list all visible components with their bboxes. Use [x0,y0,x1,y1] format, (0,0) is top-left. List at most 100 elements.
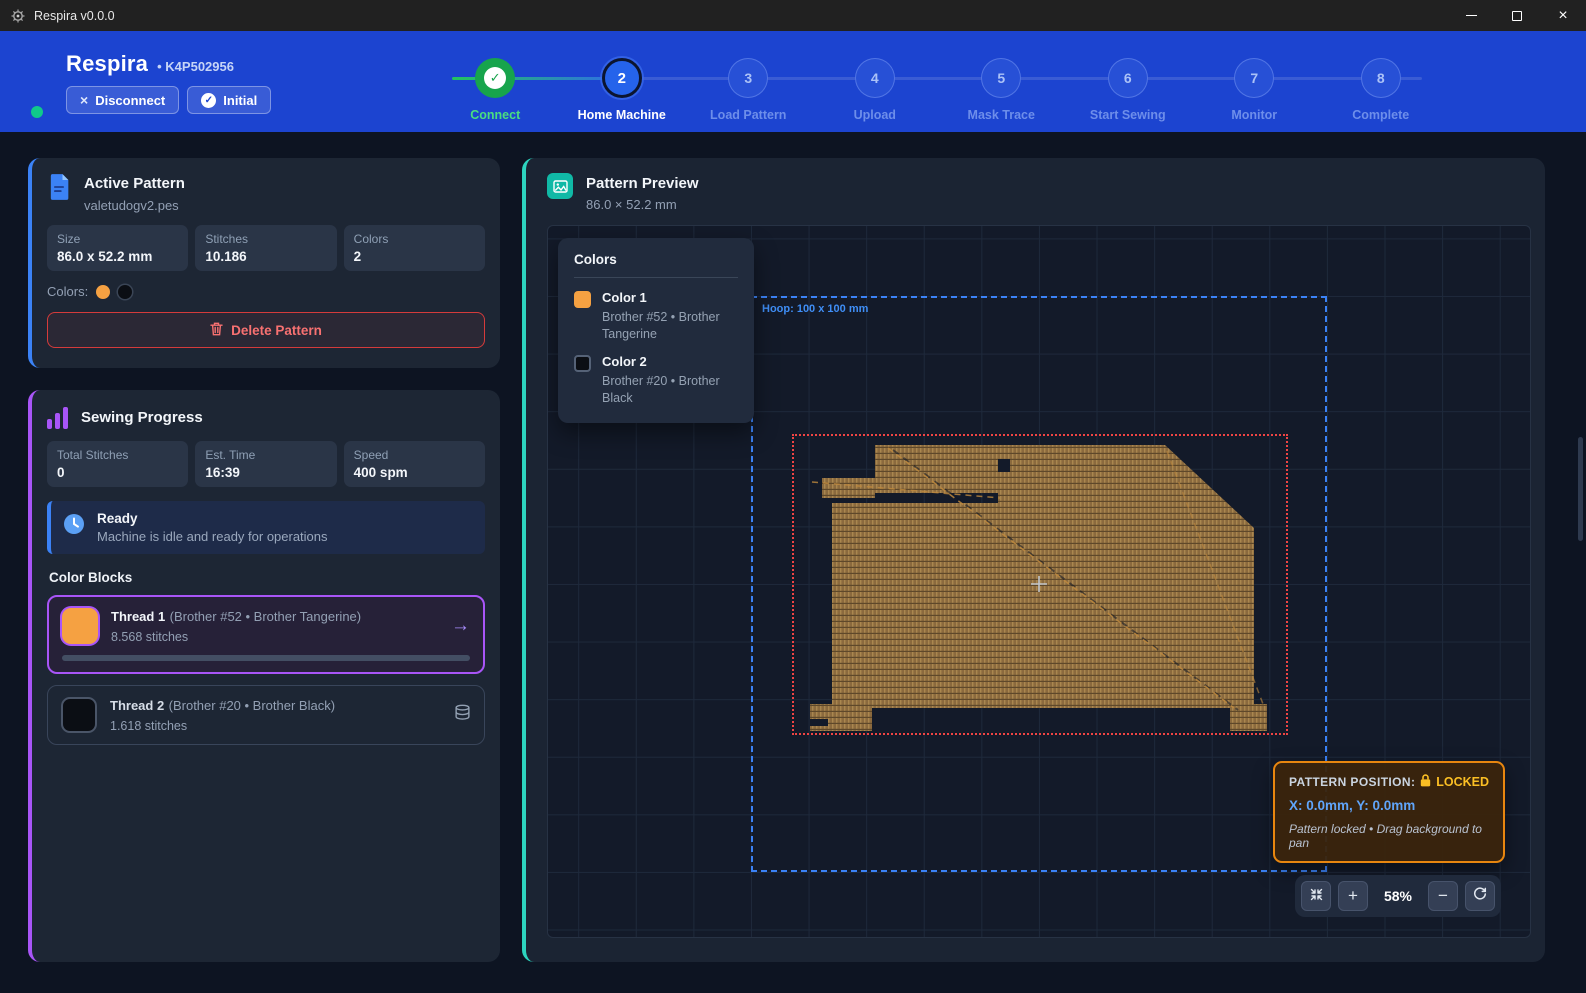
preview-canvas[interactable]: Hoop: 100 x 100 mm [547,225,1531,938]
active-pattern-card: Active Pattern valetudogv2.pes Size 86.0… [28,158,500,368]
active-pattern-title: Active Pattern [84,173,185,192]
step-circle: 3 [728,58,768,98]
disconnect-label: Disconnect [95,93,165,108]
thread-2-swatch [61,697,97,733]
step-circle: 8 [1361,58,1401,98]
thread-2-block[interactable]: Thread 2 (Brother #20 • Brother Black) 1… [47,685,485,745]
close-button[interactable]: × [1540,0,1586,31]
minimize-icon [1466,15,1477,16]
thread-1-stitches: 8.568 stitches [111,630,438,644]
pattern-position-overlay: PATTERN POSITION: LOCKED X: 0.0mm, Y: 0.… [1273,761,1505,863]
check-icon: ✓ [484,67,506,89]
app-icon [10,8,26,24]
colors-legend: Colors Color 1 Brother #52 • Brother Tan… [558,238,754,423]
sewing-progress-card: Sewing Progress Total Stitches 0 Est. Ti… [28,390,500,962]
plus-icon: + [1348,886,1358,906]
pan-hint: Pattern locked • Drag background to pan [1289,822,1489,850]
thread-2-stitches: 1.618 stitches [110,719,441,733]
colors-label: Colors: [47,284,88,299]
legend-item-color-1: Color 1 Brother #52 • Brother Tangerine [574,290,738,343]
status-title: Ready [97,511,328,526]
fit-view-button[interactable] [1301,881,1331,911]
left-column: Active Pattern valetudogv2.pes Size 86.0… [28,158,500,962]
hoop-label: Hoop: 100 x 100 mm [762,303,868,315]
lock-icon [1420,774,1431,790]
window-controls: × [1448,0,1586,31]
step-complete[interactable]: 8 Complete [1318,58,1445,128]
maximize-icon [1512,11,1522,21]
sewing-progress-title: Sewing Progress [81,405,203,426]
titlebar: Respira v0.0.0 × [0,0,1586,31]
minus-icon: − [1438,886,1448,906]
step-mask-trace[interactable]: 5 Mask Trace [938,58,1065,128]
zoom-out-button[interactable]: − [1428,881,1458,911]
step-connect[interactable]: ✓ Connect [432,58,559,128]
pattern-dimensions: 86.0 × 52.2 mm [586,197,699,212]
pattern-preview-card: Pattern Preview 86.0 × 52.2 mm Hoop: 100… [522,158,1545,962]
step-home-machine[interactable]: 2 Home Machine [559,58,686,128]
pattern-colors-row: Colors: [47,284,485,299]
window-title: Respira v0.0.0 [34,9,115,23]
color-swatch-black [118,285,132,299]
step-label: Monitor [1231,108,1277,122]
step-label: Connect [470,108,520,122]
app-name: Respira [66,51,148,77]
document-icon [47,173,71,206]
trash-icon [210,322,223,339]
thread-2-detail: (Brother #20 • Brother Black) [169,698,335,713]
color-blocks-heading: Color Blocks [49,570,485,585]
machine-status-banner: Ready Machine is idle and ready for oper… [47,501,485,554]
stat-colors: Colors 2 [344,225,485,271]
maximize-button[interactable] [1494,0,1540,31]
compress-arrows-icon [1310,886,1323,906]
initial-button[interactable]: ✓ Initial [187,86,271,114]
zoom-toolbar: + 58% − [1295,875,1501,917]
zoom-in-button[interactable]: + [1338,881,1368,911]
step-load-pattern[interactable]: 3 Load Pattern [685,58,812,128]
legend-swatch-2 [574,355,591,372]
reset-view-button[interactable] [1465,881,1495,911]
header: Respira • K4P502956 × Disconnect ✓ Initi… [0,31,1586,132]
thread-1-name: Thread 1 [111,609,165,624]
locked-badge[interactable]: LOCKED [1420,774,1489,790]
step-circle: 5 [981,58,1021,98]
color-swatch-orange [96,285,110,299]
legend-swatch-1 [574,291,591,308]
window-scrollbar-thumb[interactable] [1578,437,1583,541]
delete-pattern-label: Delete Pattern [231,323,322,338]
workflow-stepper: ✓ Connect 2 Home Machine 3 Load Pattern … [432,58,1444,128]
close-icon: × [1558,8,1567,24]
step-circle: 7 [1234,58,1274,98]
clock-icon [63,513,85,540]
main-content: Active Pattern valetudogv2.pes Size 86.0… [0,132,1586,993]
legend-item-color-2: Color 2 Brother #20 • Brother Black [574,354,738,407]
stat-size: Size 86.0 x 52.2 mm [47,225,188,271]
pattern-preview-title: Pattern Preview [586,173,699,192]
disconnect-x-icon: × [80,92,88,108]
thread-1-block[interactable]: Thread 1 (Brother #52 • Brother Tangerin… [47,595,485,674]
step-start-sewing[interactable]: 6 Start Sewing [1065,58,1192,128]
sewing-stats: Total Stitches 0 Est. Time 16:39 Speed 4… [47,441,485,487]
arrow-right-icon: → [451,615,470,637]
minimize-button[interactable] [1448,0,1494,31]
step-monitor[interactable]: 7 Monitor [1191,58,1318,128]
status-description: Machine is idle and ready for operations [97,529,328,544]
stat-stitches: Stitches 10.186 [195,225,336,271]
step-upload[interactable]: 4 Upload [812,58,939,128]
delete-pattern-button[interactable]: Delete Pattern [47,312,485,348]
stat-speed: Speed 400 spm [344,441,485,487]
brand-block: Respira • K4P502956 × Disconnect ✓ Initi… [66,51,271,114]
step-label: Mask Trace [968,108,1035,122]
stat-total-stitches: Total Stitches 0 [47,441,188,487]
step-label: Home Machine [578,108,666,122]
pattern-position-label: PATTERN POSITION: [1289,775,1415,789]
legend-divider [574,277,738,278]
step-circle: 6 [1108,58,1148,98]
thread-1-swatch [62,608,98,644]
pattern-bounds-box [792,434,1288,735]
disconnect-button[interactable]: × Disconnect [66,86,179,114]
step-label: Complete [1352,108,1409,122]
step-circle-done: ✓ [475,58,515,98]
bar-chart-icon [47,405,68,429]
initial-label: Initial [223,93,257,108]
